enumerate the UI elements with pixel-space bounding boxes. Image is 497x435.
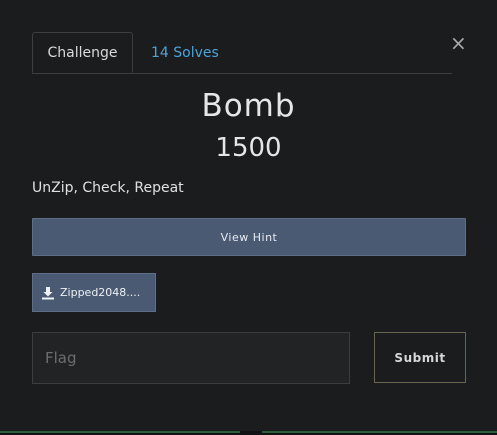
challenge-description: UnZip, Check, Repeat (32, 180, 184, 196)
bottom-edge-segment (0, 431, 240, 433)
challenge-points: 1500 (215, 133, 282, 163)
tab-challenge[interactable]: Challenge (32, 32, 133, 73)
bottom-edge (0, 431, 497, 435)
file-download-button[interactable]: Zipped2048.... (32, 273, 156, 312)
view-hint-button[interactable]: View Hint (32, 218, 466, 256)
submit-button[interactable]: Submit (374, 332, 466, 383)
tab-solves[interactable]: 14 Solves (151, 32, 219, 73)
download-icon (42, 286, 54, 299)
challenge-title: Bomb (201, 88, 296, 124)
close-icon[interactable]: × (450, 33, 467, 53)
challenge-modal: Challenge 14 Solves × Bomb 1500 UnZip, C… (0, 0, 497, 435)
bottom-edge-segment (262, 431, 497, 433)
file-name: Zipped2048.... (60, 286, 141, 299)
tab-bar: Challenge 14 Solves (32, 32, 452, 74)
flag-input[interactable] (32, 332, 350, 384)
